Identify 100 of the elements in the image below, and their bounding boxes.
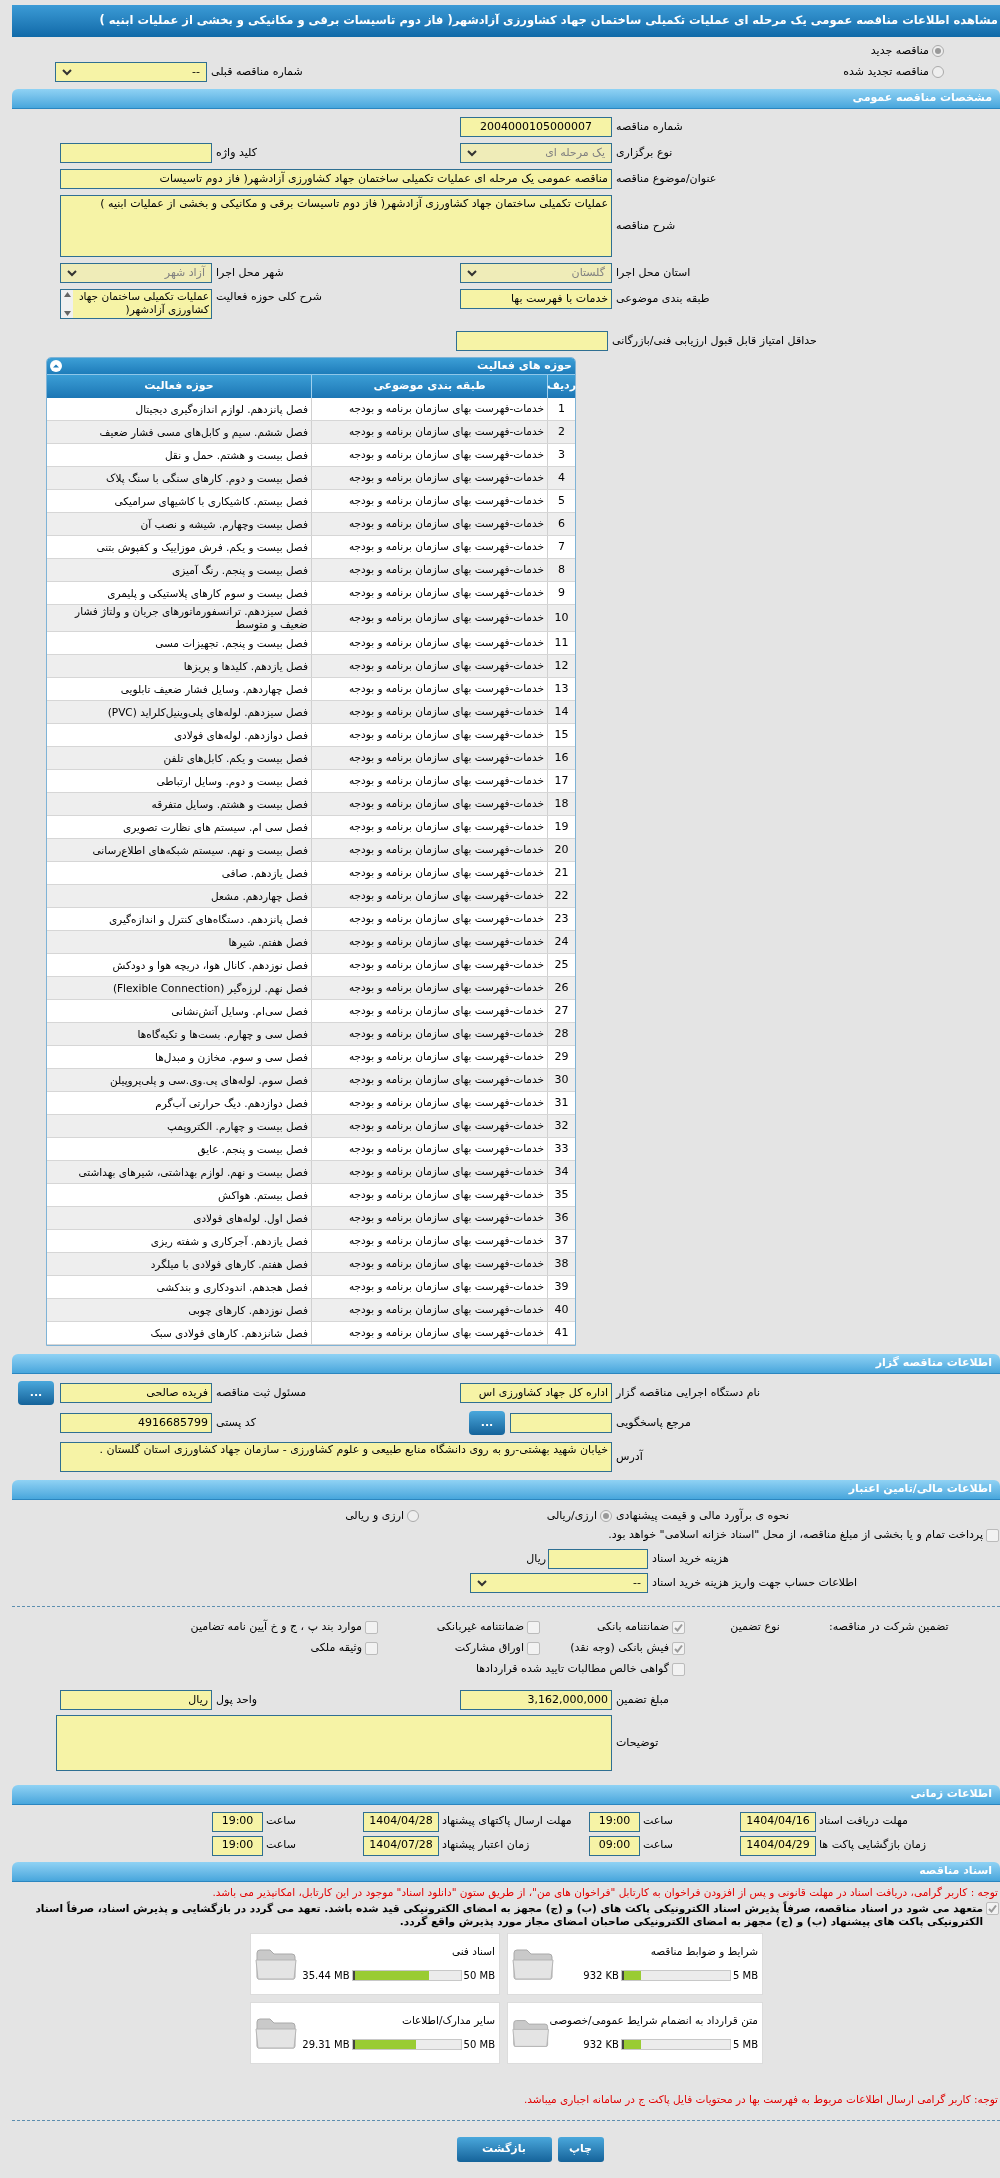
checkbox[interactable] xyxy=(527,1620,540,1634)
table-cell: خدمات-فهرست بهای سازمان برنامه و بودجه xyxy=(311,632,547,654)
text-field[interactable] xyxy=(60,143,212,163)
field-label: ضمانتنامه بانکی xyxy=(596,1618,669,1635)
text-area[interactable]: عملیات تکمیلی ساختمان جهاد کشاورزی آزادشهر( فاز دوم تاسیسات برقی و مکانیکی و بخشی از عملیات ابنیه ) xyxy=(60,195,612,257)
checkbox[interactable] xyxy=(672,1620,685,1634)
text-field[interactable]: 19:00 xyxy=(589,1811,640,1832)
table-cell: 22 xyxy=(547,885,575,907)
text-field[interactable]: خدمات با فهرست بها xyxy=(460,289,612,309)
text-field[interactable]: مناقصه عمومی یک مرحله ای عملیات تکمیلی ساختمان جهاد کشاورزی آزادشهر( فاز دوم تاسیسات xyxy=(60,169,612,189)
table-cell-text: فصل هفتم. کارهای فولادی با میلگرد xyxy=(149,1256,309,1273)
field-label: ارزی/ریالی xyxy=(546,1507,597,1524)
text-field[interactable]: 2004000105000007 xyxy=(460,117,612,137)
table-cell-text: فصل پانزدهم. دستگاه‌های کنترل و اندازه‌گیری xyxy=(107,911,309,928)
checkbox[interactable] xyxy=(527,1641,540,1655)
table-cell: 41 xyxy=(547,1322,575,1344)
field-label: شماره مناقصه قبلی xyxy=(211,63,303,80)
print-button[interactable]: چاپ xyxy=(557,2136,604,2162)
table-cell-text: فصل سی و سوم. مخازن و مبدل‌ها xyxy=(154,1049,309,1066)
table-cell-text: فصل سیزدهم. لوله‌های پلی‌وینیل‌کلراید (PVC) xyxy=(106,704,309,721)
table-cell: 4 xyxy=(547,467,575,489)
table-cell: خدمات-فهرست بهای سازمان برنامه و بودجه xyxy=(311,931,547,953)
checkbox[interactable] xyxy=(986,1528,999,1542)
text-field[interactable]: 1404/07/28 xyxy=(363,1835,439,1856)
field-label: اطلاعات حساب جهت واریز هزینه خرید اسناد xyxy=(652,1574,858,1591)
field-label: مهلت دریافت اسناد xyxy=(819,1813,908,1830)
table-cell: 30 xyxy=(547,1069,575,1091)
table-cell-text: فصل سوم. لوله‌های پی.وی.سی و پلی‌پروپیلن xyxy=(109,1072,309,1089)
checkbox[interactable] xyxy=(672,1662,685,1676)
text-field[interactable]: 3,162,000,000 xyxy=(460,1690,612,1710)
table-cell: 33 xyxy=(547,1138,575,1160)
commitment-text: متعهد می شود در اسناد مناقصه، صرفاً پذیرش اسناد الکترونیکی پاکت های (ب) و (ج) مجهز به امضای الکترونیکی قید شده باشد. تعهد می گردد در بازگشایی و پذیرش اسناد، صرفاً اسناد الکترونیکی پاکت های پیشنهاد (ب) و (ج) مجهز به امضای الکترونیکی صاحبان امضای مجاز مورد پذیرش واقع گردد. xyxy=(34,1901,983,1928)
text-field[interactable]: اداره کل جهاد کشاورزی اس xyxy=(460,1383,612,1403)
table-cell: 13 xyxy=(547,678,575,700)
table-cell: 38 xyxy=(547,1253,575,1275)
table-cell: خدمات-فهرست بهای سازمان برنامه و بودجه xyxy=(311,770,547,792)
table-cell: 18 xyxy=(547,793,575,815)
radio-button[interactable] xyxy=(407,1510,419,1522)
checkbox[interactable] xyxy=(365,1641,378,1655)
text-field[interactable]: 1404/04/16 xyxy=(740,1811,816,1832)
chevron-icon xyxy=(467,269,477,277)
text-field[interactable]: 4916685799 xyxy=(60,1413,212,1433)
folder-icon xyxy=(255,1946,297,1981)
table-cell-text: فصل اول. لوله‌های فولادی xyxy=(192,1210,309,1227)
section-header: اطلاعات مالی/تامین اعتبار xyxy=(12,1480,1000,1500)
text-field[interactable]: فریده صالحی xyxy=(60,1383,212,1403)
text-field[interactable]: 19:00 xyxy=(212,1835,263,1856)
table-cell: 2 xyxy=(547,421,575,443)
table-cell: خدمات-فهرست بهای سازمان برنامه و بودجه xyxy=(311,908,547,930)
table-cell: خدمات-فهرست بهای سازمان برنامه و بودجه xyxy=(311,398,547,420)
radio-button[interactable] xyxy=(600,1510,612,1522)
text-field[interactable]: 1404/04/29 xyxy=(740,1835,816,1856)
text-area[interactable] xyxy=(56,1715,612,1771)
text-field[interactable]: 09:00 xyxy=(589,1835,640,1856)
field-label: شهر محل اجرا xyxy=(216,264,284,281)
field-label: شرح مناقصه xyxy=(616,217,676,234)
field-label: شرح کلی حوزه فعالیت xyxy=(216,289,322,305)
table-cell: خدمات-فهرست بهای سازمان برنامه و بودجه xyxy=(311,862,547,884)
select-field[interactable]: -- xyxy=(470,1573,648,1593)
select-field[interactable]: -- xyxy=(55,62,207,82)
field-label: تضمین شرکت در مناقصه: xyxy=(829,1619,949,1635)
size-limit: 5 MB xyxy=(732,1969,758,1984)
scrollbar[interactable] xyxy=(61,290,73,318)
text-field[interactable]: ریال xyxy=(60,1690,212,1710)
field-label: ساعت xyxy=(643,1837,673,1854)
text-area[interactable]: خیابان شهید بهشتی-رو به روی دانشگاه منابع طبیعی و علوم کشاورزی - سازمان جهاد کشاورزی استان گلستان . xyxy=(60,1442,612,1472)
scroll-up-icon[interactable] xyxy=(63,292,71,297)
text-field[interactable] xyxy=(548,1549,648,1569)
field-label: ضمانتنامه غیربانکی xyxy=(436,1618,524,1635)
table-cell: 16 xyxy=(547,747,575,769)
table-cell-text: فصل نوزدهم. کارهای چوبی xyxy=(187,1302,309,1319)
checkbox[interactable] xyxy=(365,1620,378,1634)
table-cell-text: فصل چهاردهم. مشعل xyxy=(210,888,309,905)
field-label: کد پستی xyxy=(216,1414,256,1431)
radio-button[interactable] xyxy=(932,66,944,78)
table-cell-text: فصل بیست و نهم. سیستم شبکه‌های اطلاع‌رسانی xyxy=(91,842,309,859)
back-button[interactable]: بازگشت xyxy=(456,2136,552,2162)
table-cell: خدمات-فهرست بهای سازمان برنامه و بودجه xyxy=(311,724,547,746)
table-cell-text: فصل هجدهم. اندودکاری و بندکشی xyxy=(155,1279,309,1296)
collapse-icon[interactable] xyxy=(50,360,62,372)
document-title: شرایط و ضوابط مناقصه xyxy=(649,1944,758,1960)
folder-icon xyxy=(512,1946,554,1981)
table-cell: 37 xyxy=(547,1230,575,1252)
text-field[interactable]: 1404/04/28 xyxy=(363,1811,439,1832)
text-field[interactable]: 19:00 xyxy=(212,1811,263,1832)
table-cell: خدمات-فهرست بهای سازمان برنامه و بودجه xyxy=(311,467,547,489)
text-field[interactable] xyxy=(510,1413,612,1433)
lookup-button[interactable]: ... xyxy=(469,1411,505,1435)
text-field[interactable] xyxy=(456,331,608,351)
lookup-button[interactable]: ... xyxy=(18,1381,54,1405)
table-cell-text: فصل بیست وچهارم. شیشه و نصب آن xyxy=(139,516,309,533)
field-label: مناقصه تجدید شده xyxy=(843,63,929,80)
table-cell-text: فصل بیست و سوم کارهای پلاستیکی و پلیمری xyxy=(106,585,309,602)
checkbox[interactable] xyxy=(986,1901,999,1915)
scroll-down-icon[interactable] xyxy=(63,311,71,316)
radio-button[interactable] xyxy=(932,45,944,57)
text-area[interactable]: عملیات تکمیلی ساختمان جهاد کشاورزی آزادشهر( xyxy=(60,289,212,319)
field-label: نحوه ی برآورد مالی و قیمت پیشنهادی xyxy=(616,1507,790,1524)
checkbox[interactable] xyxy=(672,1641,685,1655)
field-label: زمان بازگشایی پاکت ها xyxy=(819,1837,927,1854)
